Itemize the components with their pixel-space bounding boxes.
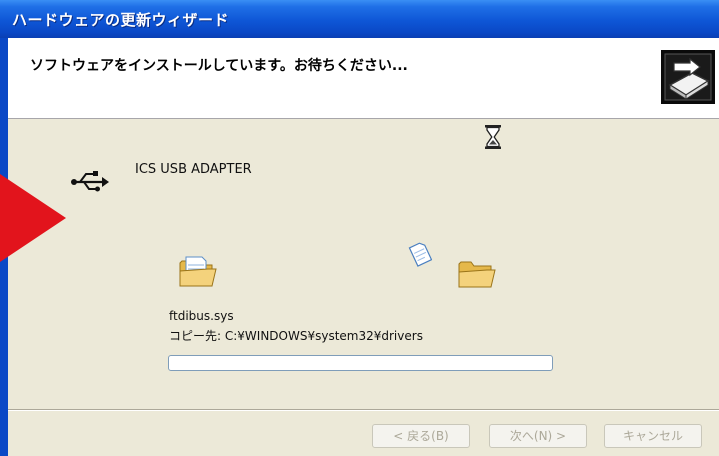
wizard-content: ICS USB ADAPTER ftdibus.sys コピー先: C:¥WIN… — [0, 119, 719, 409]
destination-folder-icon — [458, 261, 496, 288]
wizard-header: ソフトウェアをインストールしています。お待ちください... — [8, 38, 719, 119]
copying-file-name: ftdibus.sys — [169, 309, 234, 323]
red-pointer-arrow — [0, 174, 66, 262]
device-name: ICS USB ADAPTER — [135, 162, 252, 177]
title-bar[interactable]: ハードウェアの更新ウィザード — [0, 0, 719, 38]
cancel-button[interactable]: キャンセル — [604, 424, 702, 448]
wizard-heading: ソフトウェアをインストールしています。お待ちください... — [30, 58, 408, 74]
hardware-install-icon — [661, 50, 715, 104]
copy-destination: コピー先: C:¥WINDOWS¥system32¥drivers — [169, 329, 423, 343]
window-title: ハードウェアの更新ウィザード — [12, 11, 230, 29]
copy-progress-bar — [168, 355, 553, 371]
hardware-update-wizard-window: ハードウェアの更新ウィザード ソフトウェアをインストールしています。お待ちくださ… — [0, 0, 719, 456]
back-button[interactable]: < 戻る(B) — [372, 424, 470, 448]
hourglass-icon — [485, 125, 501, 149]
usb-icon — [71, 171, 109, 192]
button-area-divider — [8, 409, 719, 411]
flying-document-icon — [408, 242, 432, 267]
next-button[interactable]: 次へ(N) > — [489, 424, 587, 448]
source-folder-icon — [179, 256, 217, 287]
